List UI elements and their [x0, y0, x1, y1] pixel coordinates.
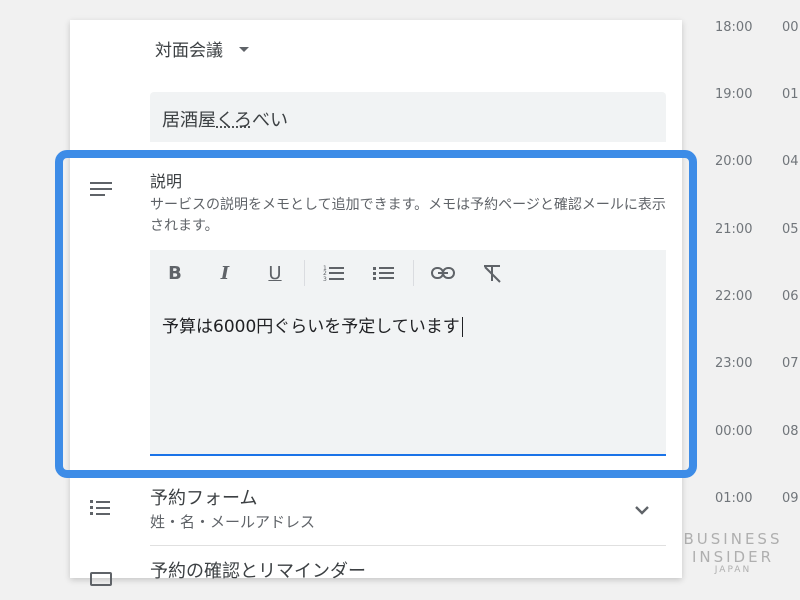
business-insider-watermark: BUSINESS INSIDER JAPAN [678, 530, 788, 575]
schedule-time-label: 20:00 [715, 154, 753, 169]
schedule-time-label: 21:00 [715, 222, 753, 237]
schedule-time-label: 22:00 [715, 289, 753, 304]
booking-form-icon [90, 500, 112, 516]
schedule-time-label: 06 [782, 289, 799, 304]
schedule-time-label: 04 [782, 154, 799, 169]
location-input[interactable]: 居酒屋くろべい [150, 92, 666, 142]
schedule-time-label: 09 [782, 491, 799, 506]
highlight-frame [55, 150, 697, 478]
schedule-time-label: 01 [782, 87, 799, 102]
schedule-time-label: 00 [782, 20, 799, 35]
schedule-time-label: 08 [782, 424, 799, 439]
schedule-time-label: 05 [782, 222, 799, 237]
watermark-line-1: BUSINESS [683, 530, 783, 548]
dropdown-caret-icon [239, 47, 249, 52]
schedule-time-label: 01:00 [715, 491, 753, 506]
booking-form-title[interactable]: 予約フォーム [150, 484, 257, 510]
meeting-type-dropdown[interactable]: 対面会議 [155, 36, 249, 61]
confirmation-title[interactable]: 予約の確認とリマインダー [150, 557, 366, 583]
meeting-type-label: 対面会議 [155, 41, 223, 61]
booking-form-subtitle: 姓・名・メールアドレス [150, 513, 316, 531]
schedule-time-label: 19:00 [715, 87, 753, 102]
section-divider [150, 545, 666, 546]
schedule-time-label: 00:00 [715, 424, 753, 439]
watermark-line-2: INSIDER [691, 548, 775, 566]
schedule-time-label: 07 [782, 356, 799, 371]
watermark-line-3: JAPAN [714, 565, 752, 575]
location-text-1: 居酒屋 [162, 110, 216, 131]
location-text-2: くろ [216, 110, 252, 131]
schedule-time-label: 23:00 [715, 356, 753, 371]
mail-icon [90, 572, 112, 586]
chevron-down-icon[interactable] [632, 500, 652, 520]
schedule-time-label: 18:00 [715, 20, 753, 35]
location-text-3: べい [252, 110, 288, 131]
